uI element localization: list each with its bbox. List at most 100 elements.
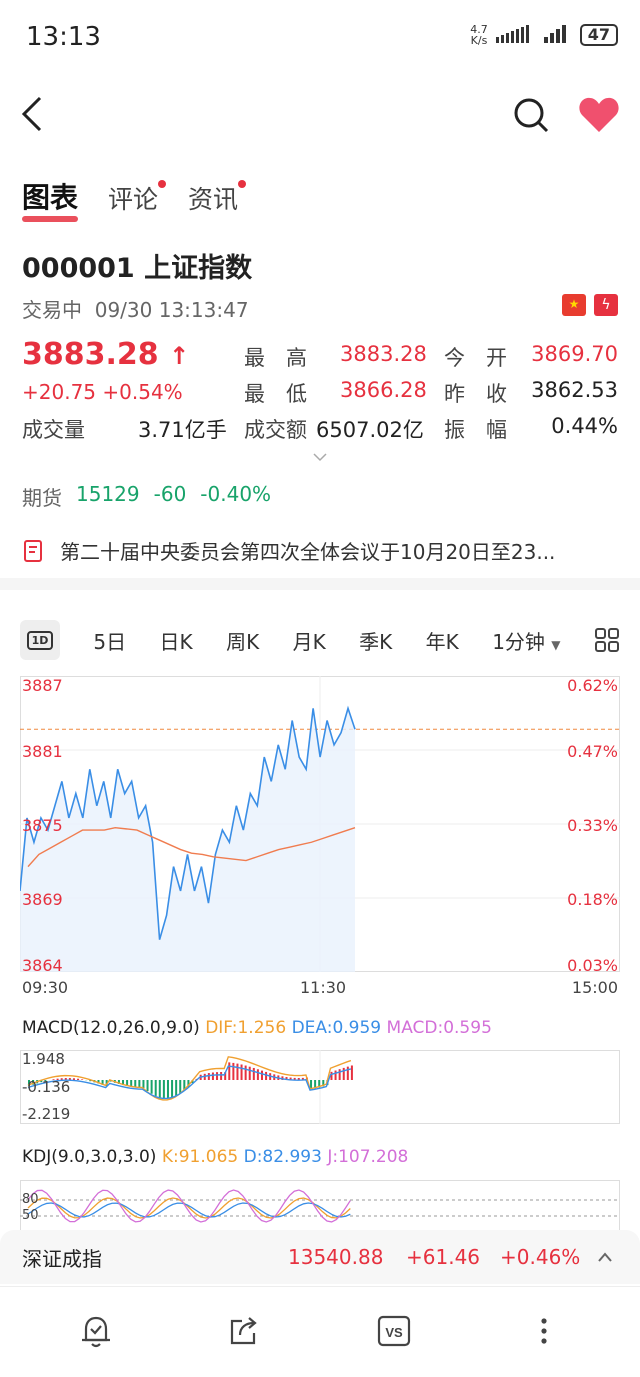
battery-indicator: 47: [579, 24, 618, 46]
amount-label: 成交额: [244, 418, 307, 442]
futures-row[interactable]: 期货 15129 -60 -0.40%: [22, 482, 271, 511]
kdj-k: K:91.065: [161, 1147, 239, 1167]
macd-bar: [334, 1070, 337, 1080]
tab-chart[interactable]: 图表: [22, 176, 79, 222]
macd-bar: [81, 1079, 84, 1080]
dropdown-caret-icon: ▼: [551, 637, 561, 652]
macd-tick-2: -2.219: [22, 1105, 71, 1123]
stock-title: 000001 上证指数: [22, 253, 253, 284]
amplitude-label: 振 幅: [444, 418, 507, 442]
open-value: 3869.70: [531, 342, 618, 366]
macd-dif: DIF:1.256: [205, 1018, 287, 1038]
period-1d[interactable]: 1D: [20, 620, 60, 660]
macd-bar: [166, 1080, 169, 1099]
y-right-2: 0.33%: [567, 816, 618, 835]
macd-bar: [72, 1078, 75, 1080]
y-right-0: 0.62%: [567, 676, 618, 695]
period-selector: 1D 5日 日K 周K 月K 季K 年K 1分钟 ▼: [20, 620, 620, 660]
period-month-k[interactable]: 月K: [293, 626, 326, 655]
china-flag-icon: ★: [562, 294, 586, 316]
status-time: 13:13: [26, 22, 101, 52]
signal-icon-2: [543, 25, 566, 43]
tab-comments[interactable]: 评论: [108, 180, 167, 216]
macd-tick-0: 1.948: [22, 1050, 65, 1068]
compare-vs-icon[interactable]: VS: [376, 1313, 412, 1349]
y-right-4: 0.03%: [567, 956, 618, 975]
macd-label: MACD(12.0,26.0,9.0): [22, 1018, 200, 1038]
period-quarter-k[interactable]: 季K: [359, 626, 392, 655]
trading-status: 交易中 09/30 13:13:47: [22, 298, 249, 322]
alert-bell-icon[interactable]: [78, 1313, 114, 1349]
macd-header[interactable]: MACD(12.0,26.0,9.0) DIF:1.256 DEA:0.959 …: [22, 1018, 492, 1038]
tab-news[interactable]: 资讯: [188, 180, 247, 216]
macd-bar: [150, 1080, 153, 1094]
y-left-2: 3875: [22, 816, 63, 835]
macd-bar: [179, 1080, 182, 1094]
y-left-0: 3887: [22, 676, 63, 695]
back-arrow-icon[interactable]: [20, 96, 46, 132]
kdj-tick-80: 80: [22, 1192, 39, 1207]
volume-label: 成交量: [22, 418, 85, 442]
macd-bar: [346, 1066, 349, 1080]
futures-value: 15129: [76, 482, 140, 506]
current-price: 3883.28 ↑: [22, 337, 190, 372]
lightning-icon[interactable]: ϟ: [594, 294, 618, 316]
macd-bar: [142, 1080, 145, 1088]
macd-value: MACD:0.595: [386, 1018, 492, 1038]
news-headline: 第二十届中央委员会第四次全体会议于10月20日至23...: [60, 540, 556, 564]
macd-bar: [350, 1065, 353, 1080]
share-icon[interactable]: [226, 1313, 262, 1349]
high-value: 3883.28: [340, 342, 427, 366]
open-label: 今 开: [444, 346, 507, 370]
kdj-label: KDJ(9.0,3.0,3.0): [22, 1147, 157, 1167]
y-left-3: 3869: [22, 890, 63, 909]
up-arrow-icon: ↑: [169, 342, 190, 370]
period-day-k[interactable]: 日K: [160, 626, 193, 655]
more-options-icon[interactable]: [526, 1313, 562, 1349]
macd-bar: [252, 1067, 255, 1080]
amount-value: 6507.02亿: [316, 418, 424, 442]
grid-layout-icon[interactable]: [594, 627, 620, 653]
macd-bar: [146, 1080, 149, 1092]
news-row[interactable]: 第二十届中央委员会第四次全体会议于10月20日至23...: [22, 536, 612, 565]
macd-bar: [236, 1063, 239, 1080]
price-area: [20, 708, 355, 972]
high-label: 最 高: [244, 346, 307, 370]
macd-bar: [228, 1062, 231, 1080]
news-badge-dot: [238, 180, 247, 188]
period-5d[interactable]: 5日: [93, 626, 126, 655]
macd-bar: [248, 1066, 251, 1080]
macd-bar: [175, 1080, 178, 1096]
macd-bar: [256, 1069, 259, 1080]
bottom-toolbar: VS: [0, 1286, 640, 1377]
macd-bar: [232, 1062, 235, 1080]
period-year-k[interactable]: 年K: [426, 626, 459, 655]
period-1min[interactable]: 1分钟 ▼: [492, 626, 560, 655]
status-indicators: 4.7 K/s 47: [470, 24, 618, 46]
intraday-chart[interactable]: [20, 676, 620, 972]
period-week-k[interactable]: 周K: [226, 626, 259, 655]
price-change: +20.75 +0.54%: [22, 380, 183, 404]
macd-bar: [220, 1072, 223, 1080]
chevron-up-icon[interactable]: [596, 1251, 614, 1263]
y-right-1: 0.47%: [567, 742, 618, 761]
macd-bar: [77, 1078, 80, 1080]
prev-close-label: 昨 收: [444, 382, 507, 406]
related-index-price: 13540.88: [288, 1245, 384, 1269]
expand-chevron-icon[interactable]: [312, 452, 328, 462]
kdj-chart[interactable]: [20, 1180, 620, 1232]
macd-chart[interactable]: [20, 1050, 620, 1124]
kdj-header[interactable]: KDJ(9.0,3.0,3.0) K:91.065 D:82.993 J:107…: [22, 1147, 408, 1167]
y-left-1: 3881: [22, 742, 63, 761]
macd-tick-1: -0.136: [22, 1078, 71, 1096]
macd-bar: [260, 1070, 263, 1080]
kdj-j: J:107.208: [327, 1147, 409, 1167]
macd-bar: [154, 1080, 157, 1096]
macd-bar: [265, 1071, 268, 1080]
search-icon[interactable]: [512, 96, 550, 134]
favorite-heart-icon[interactable]: [578, 96, 620, 134]
macd-bar: [158, 1080, 161, 1098]
related-index-bar[interactable]: 深证成指 13540.88 +61.46 +0.46%: [0, 1230, 640, 1284]
macd-bar: [342, 1067, 345, 1080]
macd-bar: [171, 1080, 174, 1098]
